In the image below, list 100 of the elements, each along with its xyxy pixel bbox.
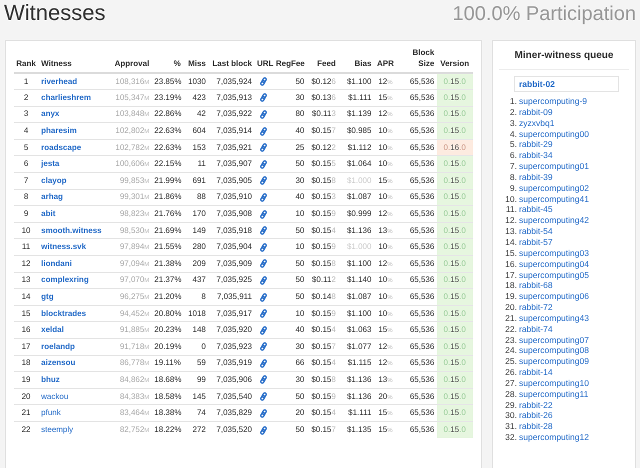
chain-link-icon[interactable]: [259, 93, 268, 102]
rank-cell: 10: [14, 222, 40, 239]
chain-link-icon[interactable]: [259, 358, 268, 368]
feed-cell: $0.157: [307, 122, 339, 140]
witness-link[interactable]: roelandp: [41, 342, 75, 351]
chain-link-icon[interactable]: [259, 210, 268, 219]
version-cell: 0.15.0: [437, 222, 473, 239]
queue-link[interactable]: supercomputing11: [519, 388, 588, 400]
witness-link[interactable]: anyx: [41, 109, 60, 118]
chain-link-icon[interactable]: [259, 326, 268, 335]
queue-link[interactable]: rabbit-68: [519, 280, 553, 292]
chain-link-icon[interactable]: [259, 126, 268, 136]
bias-cell: $1.136: [338, 222, 374, 239]
miss-cell: 604: [184, 122, 209, 140]
witness-link[interactable]: witness.svk: [41, 242, 86, 252]
percent-cell: 20.19%: [152, 338, 184, 356]
last-block-cell: 7,035,925: [208, 272, 255, 289]
feed-cell: $0.157: [307, 421, 339, 438]
chain-link-icon[interactable]: [259, 242, 268, 252]
queue-link[interactable]: rabbit-09: [519, 106, 553, 118]
witness-link[interactable]: blocktrades: [41, 308, 86, 318]
witness-link[interactable]: complexring: [41, 275, 89, 284]
chain-link-icon[interactable]: [259, 342, 268, 352]
queue-link[interactable]: rabbit-74: [519, 324, 553, 335]
queue-link[interactable]: supercomputing42: [519, 215, 589, 226]
queue-link[interactable]: supercomputing05: [519, 270, 589, 280]
queue-link[interactable]: supercomputing04: [519, 258, 589, 270]
witness-link[interactable]: liondani: [41, 258, 72, 268]
witness-link[interactable]: aizensou: [41, 358, 76, 368]
witness-link[interactable]: pfunk: [41, 408, 61, 418]
witness-link[interactable]: xeldal: [41, 325, 64, 334]
witness-link[interactable]: charlieshrem: [41, 92, 91, 102]
witness-link[interactable]: jesta: [41, 159, 60, 168]
chain-link-icon[interactable]: [259, 192, 268, 202]
queue-link[interactable]: rabbit-72: [519, 302, 553, 313]
rank-cell: 19: [14, 372, 40, 388]
chain-link-icon[interactable]: [259, 160, 268, 169]
chain-link-icon[interactable]: [259, 276, 268, 285]
queue-number: 6.: [508, 150, 517, 162]
queue-link[interactable]: rabbit-14: [519, 367, 553, 378]
queue-link[interactable]: rabbit-54: [519, 226, 553, 237]
queue-link[interactable]: supercomputing01: [519, 161, 589, 172]
version-cell: 0.15.0: [437, 372, 473, 388]
chain-link-icon[interactable]: [259, 110, 268, 119]
version-cell: 0.15.0: [437, 338, 473, 356]
queue-link[interactable]: zyzxvbq1: [519, 118, 554, 129]
queue-link[interactable]: supercomputing03: [519, 248, 589, 259]
feed-cell: $0.112: [307, 272, 339, 289]
queue-link[interactable]: supercomputing07: [519, 334, 589, 346]
chain-link-icon[interactable]: [259, 259, 268, 268]
queue-link[interactable]: supercomputing08: [519, 345, 589, 356]
chain-link-icon[interactable]: [259, 292, 268, 302]
queue-link[interactable]: supercomputing41: [519, 194, 589, 204]
chain-link-icon[interactable]: [259, 226, 268, 236]
witness-link[interactable]: clayop: [41, 176, 66, 185]
witness-link[interactable]: wackou: [41, 392, 68, 401]
queue-link[interactable]: supercomputing06: [519, 291, 589, 302]
queue-link[interactable]: supercomputing12: [519, 432, 589, 443]
queue-link[interactable]: rabbit-29: [519, 139, 553, 150]
chain-link-icon[interactable]: [259, 392, 268, 402]
chain-link-icon[interactable]: [259, 77, 268, 86]
witness-link[interactable]: pharesim: [41, 126, 77, 136]
queue-link[interactable]: rabbit-39: [519, 172, 553, 183]
rank-cell: 3: [14, 106, 40, 123]
witness-link[interactable]: bhuz: [41, 374, 60, 384]
queue-link[interactable]: supercomputing-9: [519, 96, 588, 107]
percent-cell: 21.76%: [152, 206, 184, 222]
page-title: Witnesses: [4, 0, 106, 26]
queue-link[interactable]: supercomputing00: [519, 128, 589, 140]
rank-cell: 21: [14, 404, 40, 422]
column-header: Rank: [14, 45, 40, 73]
queue-link[interactable]: rabbit-22: [519, 400, 553, 410]
chain-link-icon[interactable]: [259, 143, 268, 152]
queue-link[interactable]: supercomputing10: [519, 378, 589, 389]
queue-link[interactable]: supercomputing09: [519, 356, 589, 368]
queue-number: 32.: [504, 432, 517, 443]
witness-link[interactable]: steemply: [41, 425, 74, 434]
feed-cell: $0.158: [307, 372, 339, 388]
witness-link[interactable]: roadscape: [41, 142, 82, 152]
percent-cell: 21.69%: [152, 222, 184, 239]
witness-link[interactable]: arhag: [41, 192, 63, 202]
witness-link[interactable]: riverhead: [41, 76, 78, 86]
rank-cell: 8: [14, 189, 40, 206]
chain-link-icon[interactable]: [259, 426, 268, 435]
chain-link-icon[interactable]: [259, 309, 268, 318]
queue-link[interactable]: rabbit-57: [519, 236, 553, 248]
miss-cell: 145: [184, 388, 209, 405]
witness-link[interactable]: smooth.witness: [41, 226, 102, 235]
witness-link[interactable]: abit: [41, 209, 56, 218]
queue-link[interactable]: supercomputing02: [519, 182, 589, 194]
chain-link-icon[interactable]: [259, 176, 268, 186]
queue-link[interactable]: rabbit-26: [519, 410, 553, 422]
chain-link-icon[interactable]: [259, 408, 268, 418]
queue-link[interactable]: rabbit-45: [519, 204, 553, 216]
queue-link[interactable]: rabbit-28: [519, 421, 553, 432]
version-cell: 0.15.0: [437, 421, 473, 438]
chain-link-icon[interactable]: [259, 375, 268, 384]
queue-link[interactable]: supercomputing43: [519, 312, 589, 324]
queue-link[interactable]: rabbit-34: [519, 150, 553, 162]
witness-link[interactable]: gtg: [41, 292, 54, 302]
